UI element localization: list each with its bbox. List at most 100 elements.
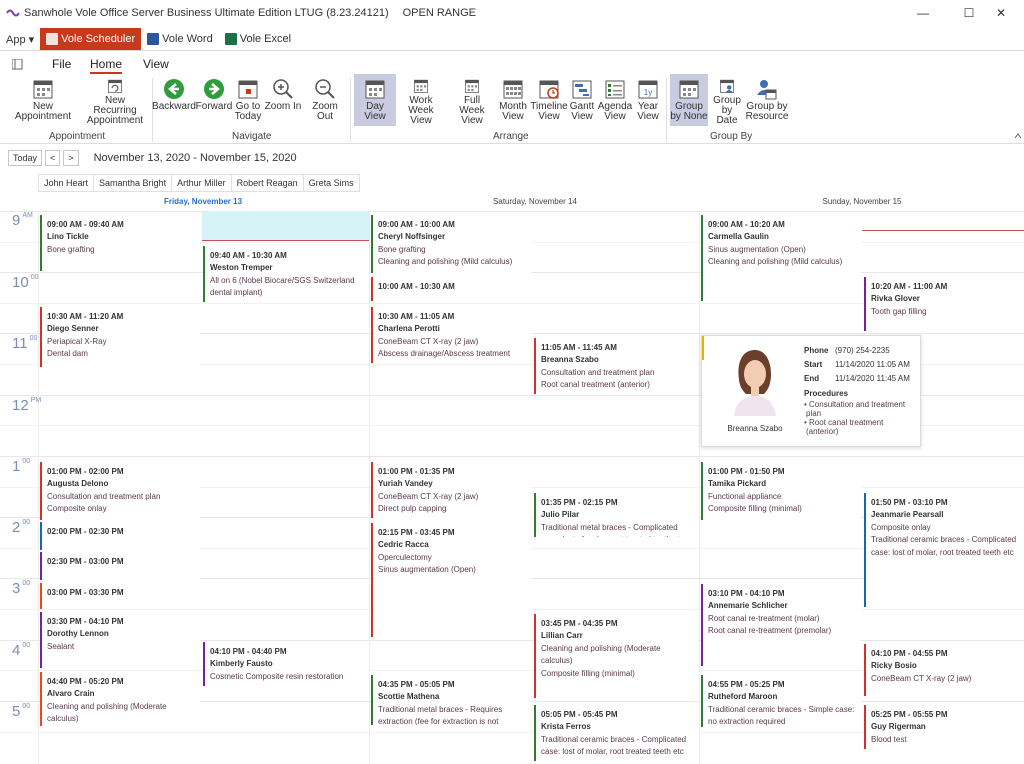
hour-label: 10 00 <box>12 274 38 291</box>
today-button[interactable]: Today <box>8 150 43 166</box>
quick-access-icon[interactable] <box>12 59 26 70</box>
appointment[interactable]: 11:05 AM - 11:45 AM Breanna Szabo Consulta… <box>534 338 698 394</box>
timeline-icon <box>539 80 559 99</box>
resource-tab-robert-reagan[interactable]: Robert Reagan <box>230 174 303 192</box>
year-view-icon: 1y <box>638 80 658 99</box>
selected-time-slot[interactable] <box>202 211 369 241</box>
year-view-button[interactable]: 1y Year View <box>634 74 662 126</box>
schedule-grid[interactable]: 9 AM 10 00 11 00 12 PM 1 00 2 00 3 00 4 00 5 00 0… <box>0 211 1024 764</box>
patient-name: Tamika Pickard <box>708 479 767 489</box>
hour-suffix: 00 <box>22 519 31 526</box>
appointment[interactable]: 03:45 PM - 04:35 PM Lillian Carr Cleaning … <box>534 614 698 698</box>
appointment[interactable]: 05:25 PM - 05:55 PM Guy Rigerman Blood tes… <box>864 705 1024 749</box>
appointment[interactable]: 01:50 PM - 03:10 PM Jeanmarie Pearsall Com… <box>864 493 1024 607</box>
ribbon-tabs: File Home View <box>0 54 1024 74</box>
group-label-navigate: Navigate <box>232 131 272 142</box>
tab-vole-word[interactable]: Vole Word <box>141 28 219 50</box>
appointment[interactable]: 09:40 AM - 10:30 AM Weston Tremper All on … <box>203 246 369 302</box>
work-week-view-button[interactable]: Work Week View <box>398 74 444 126</box>
full-week-view-button[interactable]: Full Week View <box>448 74 496 126</box>
patient-name: Julio Pilar <box>541 510 580 520</box>
appointment[interactable]: 09:00 AM - 10:20 AM Carmella Gaulin Sinus … <box>701 215 861 301</box>
appointment[interactable]: 01:00 PM - 02:00 PM Augusta Delono Consult… <box>40 462 200 520</box>
appointment[interactable]: 01:00 PM - 01:50 PM Tamika Pickard Functio… <box>701 462 861 520</box>
procedure-text: Sealant <box>47 641 75 651</box>
timeline-view-button[interactable]: Timeline View <box>530 74 568 126</box>
day-view-button[interactable]: Day View <box>354 74 396 126</box>
appointment[interactable]: 04:35 PM - 05:05 PM Scottie Mathena Tradit… <box>371 675 531 725</box>
appointment-time: 11:05 AM - 11:45 AM <box>541 343 617 352</box>
full-week-icon <box>465 79 479 93</box>
end-value: 11/14/2020 11:45 AM <box>835 374 910 383</box>
agenda-view-button[interactable]: Agenda View <box>598 74 632 126</box>
appointment[interactable]: 04:10 PM - 04:40 PM Kimberly Fausto Cosmet… <box>203 642 369 686</box>
app-menu[interactable]: App ▾ <box>0 28 40 50</box>
appointment[interactable]: 09:00 AM - 10:00 AM Cheryl Noffsinger Bone… <box>371 215 531 273</box>
appointment[interactable]: 09:00 AM - 09:40 AM Lino Tickle Bone graft… <box>40 215 200 271</box>
group-separator <box>666 78 667 142</box>
appointment[interactable]: 10:00 AM - 10:30 AM <box>371 277 531 301</box>
agenda-icon <box>605 80 625 99</box>
resource-tab-arthur-miller[interactable]: Arthur Miller <box>171 174 231 192</box>
group-by-date-button[interactable]: Group by Date <box>710 74 744 126</box>
appointment[interactable]: 03:10 PM - 04:10 PM Annemarie Schlicher Ro… <box>701 584 861 666</box>
appointment[interactable]: 04:40 PM - 05:20 PM Alvaro Crain Cleaning … <box>40 672 200 726</box>
zoom-out-icon <box>315 79 335 99</box>
new-recurring-appointment-button[interactable]: New Recurring Appointment <box>84 74 146 126</box>
patient-name: Weston Tremper <box>210 263 273 273</box>
appointment[interactable]: 10:20 AM - 11:00 AM Rivka Glover Tooth gap… <box>864 277 1024 331</box>
day-header-saturday[interactable]: Saturday, November 14 <box>370 197 700 206</box>
go-to-today-button[interactable]: Go to Today <box>233 74 263 126</box>
appointment[interactable]: 02:00 PM - 02:30 PM <box>40 522 200 550</box>
previous-button[interactable]: < <box>45 150 61 166</box>
procedure-text: Composite filling (minimal) <box>708 504 802 514</box>
tab-file[interactable]: File <box>52 57 71 71</box>
appointment[interactable]: 03:30 PM - 04:10 PM Dorothy Lennon Sealant <box>40 612 200 668</box>
calendar-today-icon <box>238 80 258 99</box>
appointment[interactable]: 02:15 PM - 03:45 PM Cedric Racca Operculec… <box>371 523 531 637</box>
next-button[interactable]: > <box>63 150 79 166</box>
collapse-ribbon-icon[interactable] <box>1014 132 1022 140</box>
day-header-friday[interactable]: Friday, November 13 <box>38 197 368 206</box>
resource-tab-samantha-bright[interactable]: Samantha Bright <box>93 174 172 192</box>
minimize-button[interactable]: — <box>900 0 946 26</box>
procedure-text: Cleaning and polishing (Moderate <box>47 701 167 711</box>
resource-tab-greta-sims[interactable]: Greta Sims <box>302 174 360 192</box>
group-by-none-button[interactable]: Group by None <box>670 74 708 126</box>
hour-label: 12 PM <box>12 397 41 414</box>
tab-view[interactable]: View <box>143 57 169 71</box>
tab-vole-excel[interactable]: Vole Excel <box>219 28 297 50</box>
tab-vole-scheduler[interactable]: Vole Scheduler <box>40 28 142 50</box>
forward-button[interactable]: Forward <box>196 74 232 126</box>
appointment[interactable]: 03:00 PM - 03:30 PM <box>40 583 200 609</box>
close-button[interactable]: ✕ <box>978 0 1024 26</box>
hour-label: 11 00 <box>12 335 37 352</box>
appointment[interactable]: 01:35 PM - 02:15 PM Julio Pilar Traditiona… <box>534 493 698 537</box>
recurring-calendar-icon <box>108 79 122 93</box>
zoom-out-button[interactable]: Zoom Out <box>303 74 347 126</box>
appointment[interactable]: 10:30 AM - 11:05 AM Charlena Perotti ConeB… <box>371 307 531 363</box>
group-by-resource-button[interactable]: Group by Resource <box>746 74 788 126</box>
appointment[interactable]: 05:05 PM - 05:45 PM Krista Ferros Traditio… <box>534 705 698 761</box>
appointment[interactable]: 01:00 PM - 01:35 PM Yuriah Vandey ConeBeam… <box>371 462 531 518</box>
tab-home[interactable]: Home <box>90 57 123 74</box>
appointment-time: 10:30 AM - 11:05 AM <box>378 312 455 321</box>
appointment[interactable]: 02:30 PM - 03:00 PM <box>40 552 200 580</box>
resource-tab-john-heart[interactable]: John Heart <box>38 174 94 192</box>
appointment-time: 09:40 AM - 10:30 AM <box>210 251 287 260</box>
hour-number: 2 <box>12 519 21 536</box>
new-appointment-button[interactable]: New Appointment <box>6 74 80 126</box>
gantt-view-button[interactable]: Gantt View <box>568 74 596 126</box>
month-view-button[interactable]: Month View <box>498 74 528 126</box>
procedure-text: Operculectomy <box>378 552 432 562</box>
appointment[interactable]: 04:55 PM - 05:25 PM Rutheford Maroon Tradi… <box>701 675 861 727</box>
patient-name: Rivka Glover <box>871 294 920 304</box>
backward-button[interactable]: Backward <box>152 74 196 126</box>
procedure-text: Periapical X-Ray <box>47 336 107 346</box>
hour-suffix: 00 <box>30 274 39 281</box>
appointment[interactable]: 04:10 PM - 04:55 PM Ricky Bosio ConeBeam C… <box>864 644 1024 696</box>
day-header-sunday[interactable]: Sunday, November 15 <box>700 197 1024 206</box>
procedure-text: Tooth gap filling <box>871 306 927 316</box>
appointment[interactable]: 10:30 AM - 11:20 AM Diego Senner Periapica… <box>40 307 200 367</box>
zoom-in-button[interactable]: Zoom In <box>264 74 302 126</box>
